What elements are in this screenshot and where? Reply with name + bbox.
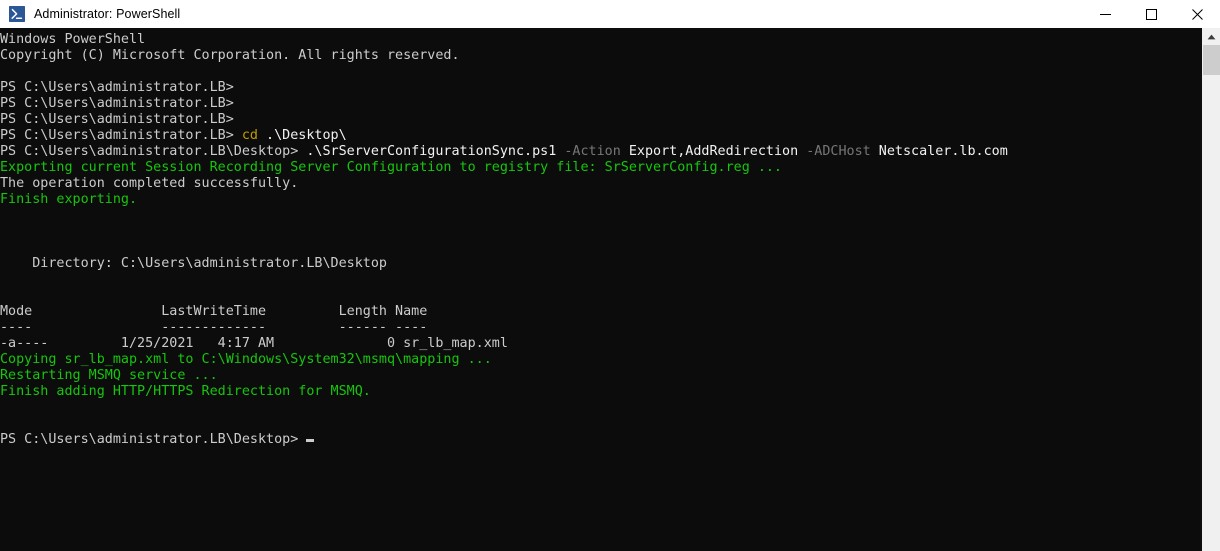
window-title: Administrator: PowerShell xyxy=(34,7,181,21)
scrollbar-thumb[interactable] xyxy=(1203,45,1220,75)
terminal-line: PS C:\Users\administrator.LB> cd .\Deskt… xyxy=(0,128,1202,144)
terminal-scrollbar[interactable] xyxy=(1202,28,1220,551)
terminal-text: .\SrServerConfigurationSync.ps1 xyxy=(306,144,557,159)
terminal-text: Copyright (C) Microsoft Corporation. All… xyxy=(0,48,460,63)
terminal-text: Copying sr_lb_map.xml to C:\Windows\Syst… xyxy=(0,352,492,367)
terminal-line: Windows PowerShell xyxy=(0,32,1202,48)
terminal-line: Restarting MSMQ service ... xyxy=(0,368,1202,384)
terminal-line: Directory: C:\Users\administrator.LB\Des… xyxy=(0,256,1202,272)
powershell-window: Administrator: PowerShell Windows PowerS… xyxy=(0,0,1220,551)
terminal-line: PS C:\Users\administrator.LB> xyxy=(0,80,1202,96)
terminal-line: PS C:\Users\administrator.LB\Desktop> xyxy=(0,432,1202,448)
terminal-line: PS C:\Users\administrator.LB> xyxy=(0,96,1202,112)
terminal-line: Finish exporting. xyxy=(0,192,1202,208)
scrollbar-up-arrow-icon[interactable] xyxy=(1203,28,1220,45)
terminal-line: ---- ------------- ------ ---- xyxy=(0,320,1202,336)
terminal-text: The operation completed successfully. xyxy=(0,176,299,191)
terminal-line: -a---- 1/25/2021 4:17 AM 0 sr_lb_map.xml xyxy=(0,336,1202,352)
terminal-text: -a---- 1/25/2021 4:17 AM 0 sr_lb_map.xml xyxy=(0,336,508,351)
terminal-text: cd xyxy=(241,128,258,143)
scrollbar-track[interactable] xyxy=(1203,45,1220,551)
terminal-line: Finish adding HTTP/HTTPS Redirection for… xyxy=(0,384,1202,400)
terminal-text: ---- ------------- ------ ---- xyxy=(0,320,428,335)
terminal-text: PS C:\Users\administrator.LB> xyxy=(0,96,234,111)
terminal-text: Restarting MSMQ service ... xyxy=(0,368,218,383)
terminal-text: PS C:\Users\administrator.LB> xyxy=(0,80,234,95)
terminal-text: Finish adding HTTP/HTTPS Redirection for… xyxy=(0,384,371,399)
terminal-text: -ADCHost xyxy=(798,144,871,159)
close-button[interactable] xyxy=(1174,0,1220,28)
terminal-cursor xyxy=(306,439,315,442)
terminal-screen[interactable]: Windows PowerShell Copyright (C) Microsof… xyxy=(0,28,1202,551)
terminal-line: PS C:\Users\administrator.LB\Desktop> .\… xyxy=(0,144,1202,160)
terminal-line: Copying sr_lb_map.xml to C:\Windows\Syst… xyxy=(0,352,1202,368)
terminal-text: PS C:\Users\administrator.LB> xyxy=(0,112,234,127)
terminal-text: PS C:\Users\administrator.LB\Desktop> xyxy=(0,144,307,159)
terminal-line: Mode LastWriteTime Length Name xyxy=(0,304,1202,320)
titlebar-left: Administrator: PowerShell xyxy=(0,6,1082,22)
terminal-line: Copyright (C) Microsoft Corporation. All… xyxy=(0,48,1202,64)
window-titlebar[interactable]: Administrator: PowerShell xyxy=(0,0,1220,28)
terminal-output: Windows PowerShell Copyright (C) Microsof… xyxy=(0,32,1202,448)
terminal-text: Export,AddRedirection xyxy=(620,144,799,159)
terminal-text: Finish exporting. xyxy=(0,192,138,207)
powershell-icon xyxy=(9,6,25,22)
terminal-text: Exporting current Session Recording Serv… xyxy=(0,160,782,175)
terminal-text: PS C:\Users\administrator.LB\Desktop> xyxy=(0,432,307,447)
terminal-line: Exporting current Session Recording Serv… xyxy=(0,160,1202,176)
terminal-text: -Action xyxy=(556,144,621,159)
terminal-text: Mode LastWriteTime Length Name xyxy=(0,304,428,319)
window-controls xyxy=(1082,0,1220,28)
terminal-text: PS C:\Users\administrator.LB> xyxy=(0,128,242,143)
terminal-text: Windows PowerShell xyxy=(0,32,146,47)
minimize-button[interactable] xyxy=(1082,0,1128,28)
terminal-line: The operation completed successfully. xyxy=(0,176,1202,192)
maximize-button[interactable] xyxy=(1128,0,1174,28)
terminal-text: Netscaler.lb.com xyxy=(870,144,1008,159)
terminal-text: Directory: C:\Users\administrator.LB\Des… xyxy=(0,256,387,271)
terminal-text: .\Desktop\ xyxy=(257,128,347,143)
terminal-line: PS C:\Users\administrator.LB> xyxy=(0,112,1202,128)
terminal-area: Windows PowerShell Copyright (C) Microsof… xyxy=(0,28,1220,551)
